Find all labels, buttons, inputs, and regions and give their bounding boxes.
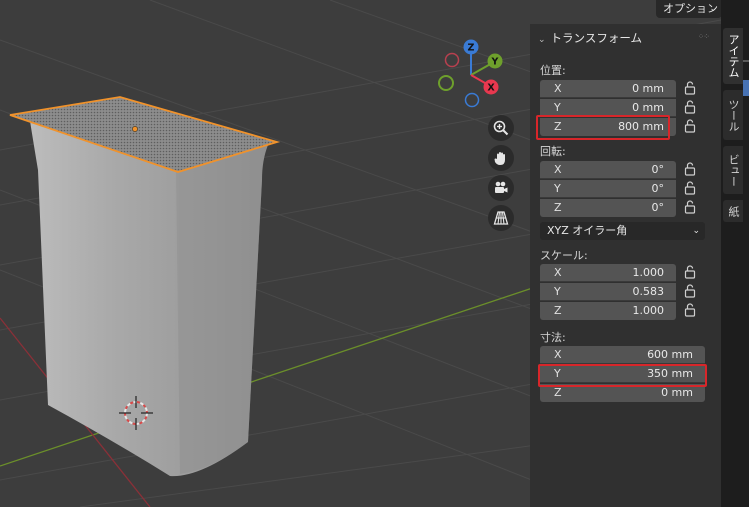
dimensions-label: 寸法: [540,331,566,344]
drag-grip-icon[interactable]: ⁘⁘ [698,32,710,41]
gizmo-neg-y[interactable] [438,75,454,91]
rotation-mode-value: XYZ オイラー角 [547,224,628,237]
gizmo-y-label: Y [491,57,499,68]
location-y-value: 0 mm [632,101,664,114]
rotation-x-axis-label: X [554,163,562,176]
chevron-down-icon: ⌄ [692,226,700,236]
lock-icon[interactable] [684,303,696,317]
lock-icon[interactable] [684,100,696,114]
gizmo-x-label: X [487,83,495,94]
rotation-z-axis-label: Z [554,201,562,214]
rotation-y-field[interactable]: Y 0° [540,180,676,198]
rotation-z-field[interactable]: Z 0° [540,199,676,217]
dimensions-z-value: 0 mm [661,386,693,399]
gizmo-z-label: Z [468,43,475,54]
dimensions-z-axis-label: Z [554,386,562,399]
transform-panel-header[interactable]: ⌄ トランスフォーム [538,30,642,46]
collapse-chevron-icon: ⌄ [538,35,546,45]
rotation-y-value: 0° [651,182,665,195]
scale-x-value: 1.000 [632,266,665,279]
tab-view-label: ビュー [727,153,740,187]
location-x-field[interactable]: X 0 mm [540,80,676,98]
hand-pan-icon [494,152,505,165]
lock-icon[interactable] [684,200,696,214]
pan-button[interactable] [488,145,514,171]
dimensions-y-highlight [538,364,707,387]
lock-icon[interactable] [684,265,696,279]
tab-item-label: アイテム [727,34,740,78]
tab-view[interactable]: ビュー [723,146,743,194]
options-button[interactable]: オプション ⌄ [656,0,722,18]
location-x-value: 0 mm [632,82,664,95]
rotation-mode-dropdown[interactable]: XYZ オイラー角 ⌄ [540,222,705,240]
tab-tool[interactable]: ツール [723,90,743,140]
region-scrollbar[interactable] [743,80,749,96]
scale-y-axis-label: Y [554,285,561,298]
camera-icon [495,181,508,193]
dimensions-x-axis-label: X [554,348,562,361]
rotation-x-field[interactable]: X 0° [540,161,676,179]
lock-icon[interactable] [684,181,696,195]
dimensions-x-field[interactable]: X 600 mm [540,346,705,364]
zoom-button[interactable] [488,115,514,141]
lock-icon[interactable] [684,284,696,298]
perspective-grid-icon [493,211,509,225]
scale-x-field[interactable]: X 1.000 [540,264,676,282]
rotation-label: 回転: [540,145,566,158]
rotation-z-value: 0° [651,201,665,214]
object-origin [132,126,138,132]
scale-z-value: 1.000 [632,304,665,317]
zoom-icon [493,120,509,136]
dimensions-x-value: 600 mm [647,348,693,361]
location-x-axis-label: X [554,82,562,95]
navigation-gizmo[interactable]: Z Y X [436,38,506,110]
sidebar-transform-panel: ⌄ トランスフォーム ⁘⁘ 位置: X 0 mm Y 0 mm Z 800 mm … [530,24,721,507]
tab-item[interactable]: アイテム [723,28,743,84]
scroll-indicator [743,60,749,62]
camera-view-button[interactable] [488,175,514,201]
tab-paper-label: 紙 [727,205,740,217]
scale-label: スケール: [540,249,588,262]
gizmo-neg-z[interactable] [464,92,480,108]
lock-icon[interactable] [684,81,696,95]
scale-x-axis-label: X [554,266,562,279]
bin-side-shade [176,148,262,474]
lock-icon[interactable] [684,119,696,133]
scale-y-value: 0.583 [632,285,665,298]
tab-paper[interactable]: 紙 [723,200,743,222]
location-y-axis-label: Y [554,101,561,114]
chevron-down-icon: ⌄ [709,4,717,14]
location-label: 位置: [540,64,566,77]
location-z-highlight [536,115,670,140]
sidebar-tabs: アイテム ツール ビュー 紙 [721,0,749,507]
rotation-y-axis-label: Y [554,182,561,195]
perspective-toggle-button[interactable] [488,205,514,231]
gizmo-neg-x[interactable] [444,52,460,68]
scale-y-field[interactable]: Y 0.583 [540,283,676,301]
lock-icon[interactable] [684,162,696,176]
rotation-x-value: 0° [651,163,665,176]
tab-tool-label: ツール [727,98,740,132]
scale-z-axis-label: Z [554,304,562,317]
transform-panel-title: トランスフォーム [550,31,642,45]
scale-z-field[interactable]: Z 1.000 [540,302,676,320]
